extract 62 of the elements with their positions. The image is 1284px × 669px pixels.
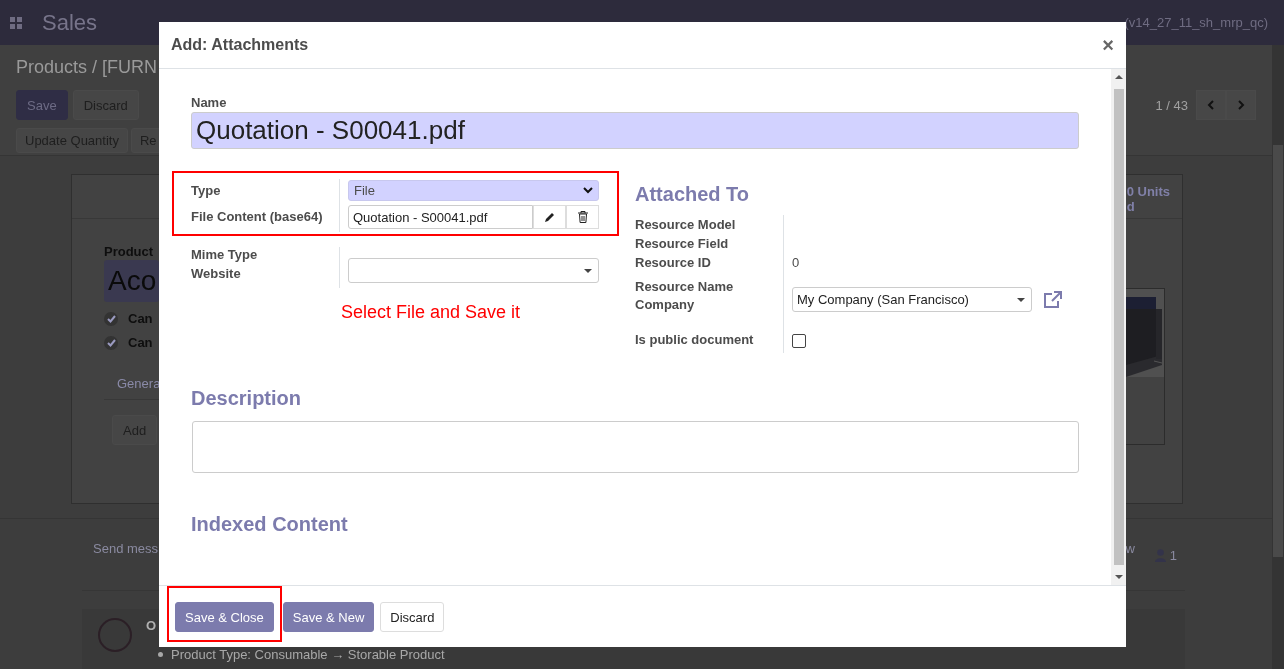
field-label: Resource Model — [635, 216, 737, 232]
field-label: Website — [191, 266, 242, 281]
bullet-icon — [158, 652, 163, 657]
dialog-title: Add: Attachments — [171, 36, 309, 54]
previous-button[interactable] — [1196, 90, 1226, 120]
stat-button[interactable]: 0 Units d — [1126, 184, 1170, 218]
discard-button[interactable]: Discard — [380, 602, 445, 632]
caret-down-icon — [584, 268, 592, 273]
type-select[interactable]: File — [348, 180, 599, 201]
avatar-icon — [98, 618, 132, 652]
pencil-icon — [543, 211, 556, 223]
delete-button[interactable] — [566, 205, 599, 229]
caret-down-icon — [1017, 297, 1025, 302]
field-label: Resource Field — [635, 235, 730, 251]
check-icon — [106, 338, 116, 347]
pager-value: 1 / 43 — [1155, 97, 1188, 113]
scrollbar[interactable] — [1272, 45, 1284, 669]
file-name-field[interactable]: Quotation - S00041.pdf — [348, 205, 533, 229]
name-field[interactable]: Quotation - S00041.pdf — [191, 112, 1079, 149]
checkbox[interactable] — [104, 311, 118, 326]
breadcrumb: Products / [FURN — [16, 57, 158, 78]
section-heading: Indexed Content — [191, 513, 349, 536]
save-button[interactable]: Save — [16, 90, 68, 120]
close-button[interactable]: × — [1102, 33, 1114, 57]
edit-button[interactable] — [533, 205, 566, 229]
checkbox[interactable] — [792, 334, 806, 348]
checkbox[interactable] — [104, 335, 118, 350]
field-label: Type — [191, 182, 222, 198]
field-label: Name — [191, 95, 228, 110]
save-close-button[interactable]: Save & Close — [175, 602, 274, 632]
field-value: 0 — [792, 255, 800, 270]
user-menu[interactable]: (v14_27_11_sh_mrp_qc) — [1124, 15, 1268, 30]
field-label: Company — [635, 296, 696, 312]
check-icon — [106, 314, 116, 323]
send-message-link[interactable]: Send mess — [93, 541, 159, 569]
trash-icon — [577, 211, 588, 223]
chevron-left-icon — [1207, 100, 1215, 110]
section-heading: Attached To — [635, 183, 751, 206]
scrollbar[interactable] — [1111, 69, 1126, 585]
description-field[interactable] — [192, 421, 1079, 473]
app-title: Sales — [42, 9, 98, 36]
annotation-text: Select File and Save it — [341, 302, 522, 323]
company-dropdown[interactable]: My Company (San Francisco) — [792, 287, 1032, 312]
follower-count[interactable]: 1 — [1169, 547, 1177, 563]
next-button[interactable] — [1226, 90, 1256, 120]
save-new-button[interactable]: Save & New — [282, 602, 375, 632]
field-label: Is public document — [635, 331, 755, 347]
follow-link[interactable]: w — [1125, 541, 1135, 569]
scroll-up-icon[interactable] — [1114, 73, 1123, 81]
field-label: Resource Name — [635, 278, 735, 294]
section-heading: Description — [191, 387, 303, 410]
chevron-right-icon — [1237, 100, 1245, 110]
field-label: Resource ID — [635, 254, 712, 270]
tracking-value: Product Type: Consumable → Storable Product — [171, 647, 445, 662]
chevron-down-icon — [583, 187, 593, 194]
name-field[interactable]: Aco — [104, 260, 159, 302]
apps-menu-icon[interactable] — [10, 16, 22, 29]
message-author: O — [146, 618, 157, 633]
external-link-icon[interactable] — [1043, 290, 1063, 309]
field-label: Mime Type — [191, 247, 259, 262]
field-label: File Content (base64) — [191, 208, 324, 224]
scroll-down-icon[interactable] — [1114, 573, 1123, 581]
